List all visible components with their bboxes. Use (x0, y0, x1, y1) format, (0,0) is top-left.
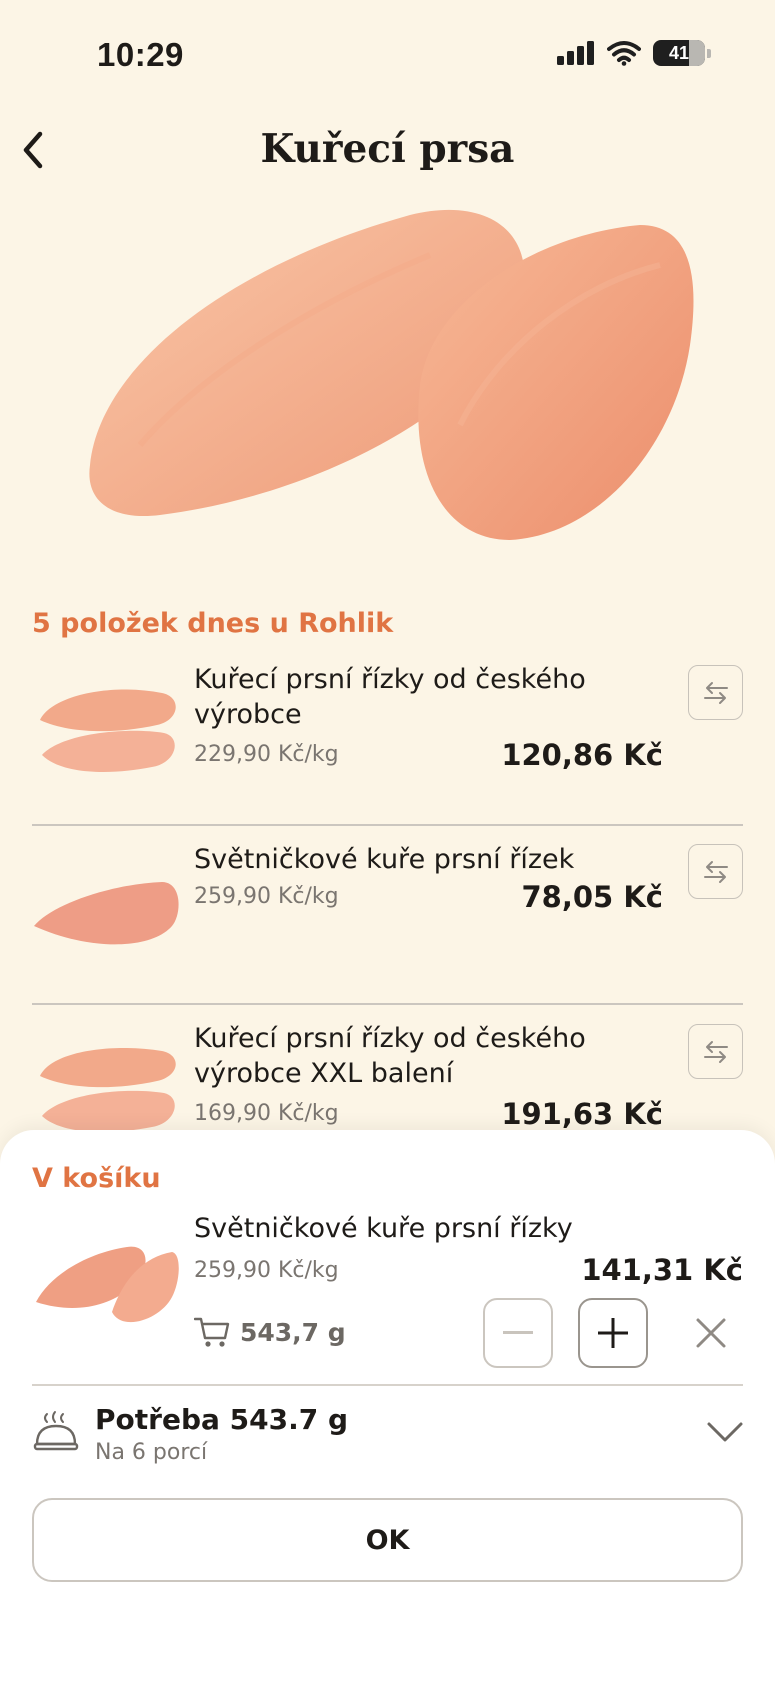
swap-icon (703, 1040, 728, 1063)
offer-price: 78,05 Kč (521, 880, 664, 914)
decrease-quantity-button[interactable] (483, 1298, 553, 1368)
status-icons: 41 (557, 40, 711, 66)
signal-icon (557, 41, 594, 65)
offer-unit-price: 169,90 Kč/kg (194, 1101, 339, 1126)
cart-item-price: 141,31 Kč (581, 1253, 743, 1287)
chevron-down-icon[interactable] (705, 1418, 745, 1446)
product-thumbnail (40, 1048, 176, 1131)
serving-dish-icon (33, 1411, 79, 1451)
plus-icon (598, 1318, 628, 1348)
cart-weight-value: 543,7 g (240, 1317, 346, 1347)
status-time: 10:29 (97, 36, 184, 73)
divider (32, 1384, 743, 1386)
divider (32, 1003, 743, 1005)
offer-price: 120,86 Kč (501, 738, 663, 772)
wifi-icon (607, 41, 641, 66)
swap-button[interactable] (688, 1024, 743, 1079)
battery-indicator: 41 (653, 40, 705, 66)
offer-name: Kuřecí prsní řízky od českého výrobce (194, 664, 586, 730)
offer-name: Světničkové kuře prsní řízek (194, 844, 575, 875)
offer-unit-price: 259,90 Kč/kg (194, 884, 339, 909)
ok-button[interactable]: OK (32, 1498, 743, 1582)
offer-unit-price: 229,90 Kč/kg (194, 742, 339, 767)
page-title: Kuřecí prsa (260, 126, 515, 172)
need-subtitle: Na 6 porcí (95, 1440, 208, 1465)
battery-tip (707, 48, 711, 58)
cart-product-thumbnail (36, 1246, 179, 1323)
cart-icon (194, 1317, 230, 1347)
swap-icon (703, 681, 728, 704)
cart-item-name: Světničkové kuře prsní řízky (194, 1213, 573, 1244)
minus-icon (503, 1331, 533, 1334)
offer-row[interactable]: Kuřecí prsní řízky od českého výrobce XX… (32, 1021, 743, 1131)
cart-item-unit-price: 259,90 Kč/kg (194, 1258, 339, 1283)
swap-button[interactable] (688, 665, 743, 720)
offer-row[interactable]: Kuřecí prsní řízky od českého výrobce 22… (32, 662, 743, 782)
product-thumbnail (40, 689, 176, 772)
offer-row[interactable]: Světničkové kuře prsní řízek 259,90 Kč/k… (32, 842, 743, 962)
cart-heading: V košíku (32, 1163, 161, 1194)
product-hero-image (89, 209, 694, 540)
offer-price: 191,63 Kč (501, 1097, 663, 1131)
offers-heading: 5 položek dnes u Rohlik (32, 608, 394, 639)
swap-button[interactable] (688, 844, 743, 899)
product-thumbnail (34, 882, 179, 945)
offer-name: Kuřecí prsní řízky od českého výrobce XX… (194, 1023, 586, 1089)
remove-item-close-icon[interactable] (688, 1310, 734, 1356)
cart-item-weight: 543,7 g (194, 1316, 346, 1348)
need-title: Potřeba 543.7 g (95, 1403, 348, 1436)
divider (32, 824, 743, 826)
increase-quantity-button[interactable] (578, 1298, 648, 1368)
swap-icon (703, 860, 728, 883)
